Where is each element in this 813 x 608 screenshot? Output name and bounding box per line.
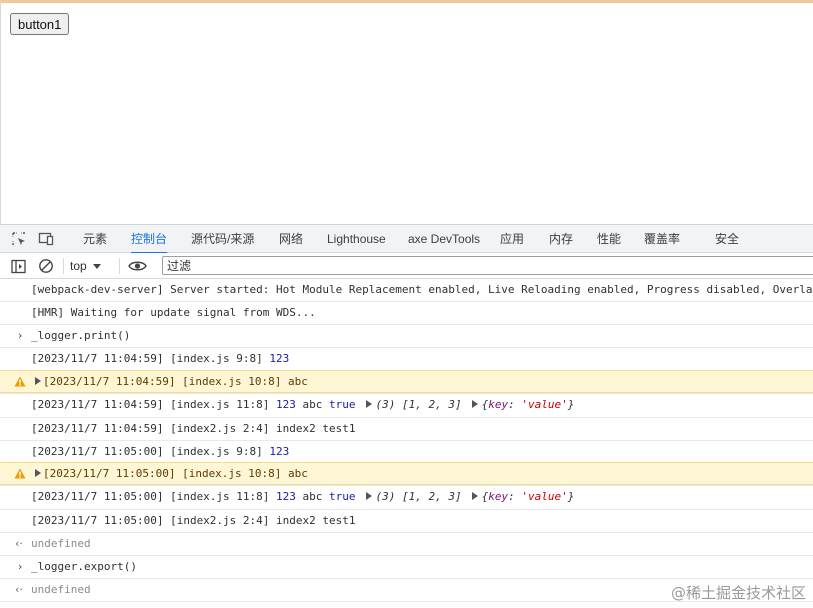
tab-console[interactable]: 控制台	[131, 225, 168, 254]
object-preview[interactable]: {key: 'value'}	[482, 490, 575, 503]
expand-triangle-icon[interactable]	[35, 469, 41, 477]
expand-triangle-icon[interactable]	[471, 492, 478, 500]
console-log: [webpack-dev-server] Server started: Hot…	[0, 279, 813, 608]
console-result: ‹· undefined	[0, 532, 813, 555]
console-toolbar: top	[0, 253, 813, 279]
array-preview[interactable]: (3) [1, 2, 3]	[376, 490, 462, 503]
return-arrow-icon: ‹·	[15, 537, 23, 550]
tab-memory[interactable]: 内存	[549, 225, 573, 253]
expand-triangle-icon[interactable]	[35, 377, 41, 385]
input-prompt-icon: ›	[18, 602, 22, 608]
warning-icon	[14, 468, 26, 479]
console-message: [2023/11/7 11:04:59] [index.js 11:8] 123…	[0, 393, 813, 417]
tab-axe-devtools[interactable]: axe DevTools	[408, 225, 480, 253]
return-arrow-icon: ‹·	[15, 583, 23, 596]
filter-input[interactable]	[162, 256, 813, 275]
expand-triangle-icon[interactable]	[365, 400, 372, 408]
console-message: [2023/11/7 11:04:59] [index2.js 2:4] ind…	[0, 417, 813, 440]
sidebar-toggle-icon[interactable]	[8, 256, 28, 276]
context-label: top	[70, 259, 87, 273]
tab-elements[interactable]: 元素	[83, 225, 107, 253]
tab-sources[interactable]: 源代码/来源	[191, 225, 254, 253]
expand-triangle-icon[interactable]	[471, 400, 478, 408]
tab-network[interactable]: 网络	[279, 225, 303, 253]
expand-triangle-icon[interactable]	[365, 492, 372, 500]
warning-icon	[14, 376, 26, 387]
console-input-entry: › _logger.export()	[0, 555, 813, 578]
console-message: [2023/11/7 11:05:00] [index.js 11:8] 123…	[0, 485, 813, 509]
toolbar-separator	[63, 258, 64, 274]
console-input-entry: › _logger.print()	[0, 324, 813, 347]
object-preview[interactable]: {key: 'value'}	[482, 398, 575, 411]
context-selector[interactable]: top	[70, 257, 101, 275]
watermark: @稀土掘金技术社区	[670, 584, 806, 602]
live-expression-eye-icon[interactable]	[127, 256, 147, 276]
devtools-panel: 元素 控制台 源代码/来源 网络 Lighthouse axe DevTools…	[0, 224, 813, 608]
console-message: [2023/11/7 11:05:00] [index.js 9:8] 123	[0, 440, 813, 462]
toolbar-separator	[119, 258, 120, 274]
console-warning[interactable]: [2023/11/7 11:04:59] [index.js 10:8] abc	[0, 370, 813, 393]
tab-lighthouse[interactable]: Lighthouse	[327, 225, 386, 253]
input-prompt-icon: ›	[18, 560, 23, 573]
clear-console-icon[interactable]	[36, 256, 56, 276]
button1[interactable]: button1	[10, 13, 70, 35]
inspect-element-icon[interactable]	[9, 229, 29, 249]
tab-performance[interactable]: 性能	[597, 225, 621, 253]
console-message: [2023/11/7 11:05:00] [index2.js 2:4] ind…	[0, 509, 813, 532]
devtools-tabbar: 元素 控制台 源代码/来源 网络 Lighthouse axe DevTools…	[0, 225, 813, 254]
input-prompt-icon: ›	[18, 329, 23, 342]
tab-security[interactable]: 安全	[715, 225, 739, 253]
dropdown-caret-icon	[92, 263, 101, 269]
console-message: [webpack-dev-server] Server started: Hot…	[31, 283, 813, 296]
array-preview[interactable]: (3) [1, 2, 3]	[376, 398, 462, 411]
console-warning[interactable]: [2023/11/7 11:05:00] [index.js 10:8] abc	[0, 462, 813, 485]
console-message: [2023/11/7 11:04:59] [index.js 9:8] 123	[0, 347, 813, 370]
device-toolbar-icon[interactable]	[36, 229, 56, 249]
tab-coverage[interactable]: 覆盖率	[644, 225, 680, 253]
page-viewport: button1	[0, 0, 813, 224]
tab-application[interactable]: 应用	[500, 225, 524, 253]
console-message: [HMR] Waiting for update signal from WDS…	[0, 301, 813, 324]
